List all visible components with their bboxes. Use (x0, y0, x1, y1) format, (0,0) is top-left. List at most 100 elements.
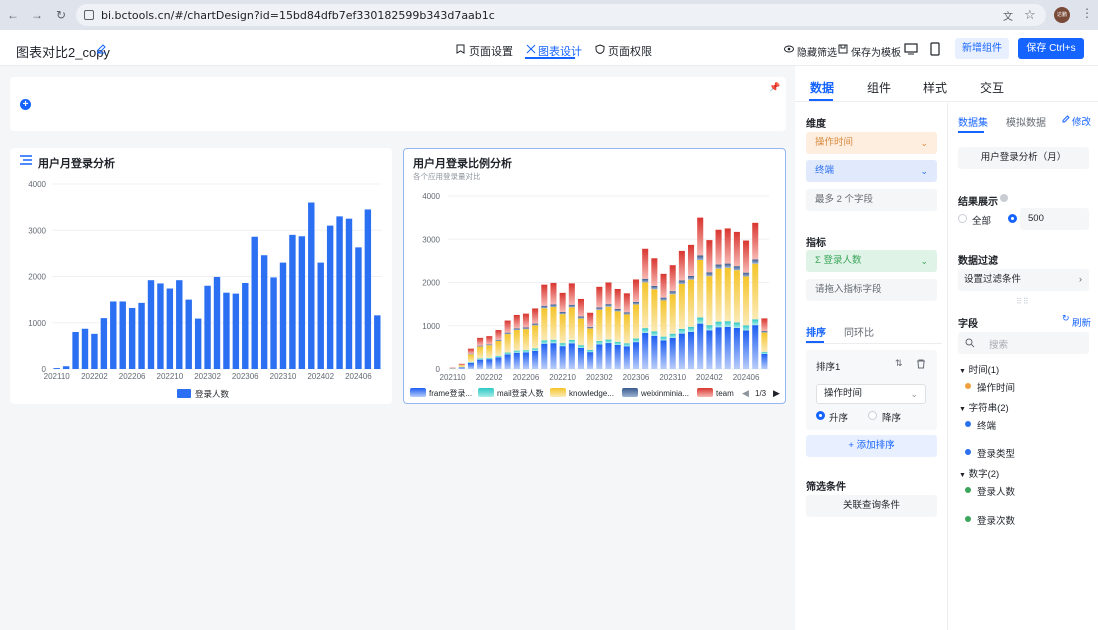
panel-tab-component[interactable]: 组件 (867, 79, 891, 96)
stacked-bar-segment (495, 330, 502, 340)
chart-menu-icon[interactable] (20, 155, 32, 165)
reload-icon[interactable]: ↻ (54, 8, 68, 22)
result-limit-input[interactable]: 500 (1020, 208, 1089, 230)
desktop-view-icon[interactable] (902, 40, 920, 58)
field-item-login-type[interactable]: 登录类型 (977, 446, 1015, 460)
delete-icon[interactable] (916, 359, 926, 369)
stacked-bar-segment (550, 304, 557, 308)
dataset-tab[interactable]: 数据集 (958, 114, 988, 129)
result-all-radio[interactable] (958, 214, 967, 223)
edit-icon[interactable] (1061, 114, 1071, 124)
legend-swatch (177, 389, 191, 398)
refresh-link[interactable]: 刷新 (1072, 315, 1091, 329)
edit-dataset-link[interactable]: 修改 (1072, 114, 1091, 128)
stacked-bar-segment (614, 311, 621, 342)
panel-tab-data[interactable]: 数据 (810, 79, 834, 96)
sort-field-select[interactable]: 操作时间 ⌄ (816, 384, 926, 404)
dimension-pill-terminal[interactable]: 终端 ⌄ (806, 160, 937, 182)
resize-handle[interactable]: ⠿⠿ (1016, 297, 1030, 306)
stacked-bar-segment (724, 321, 731, 327)
stacked-bar-segment (550, 307, 557, 340)
stacked-bar-segment (669, 333, 676, 338)
link-query-button[interactable]: 关联查询条件 (806, 495, 937, 517)
url-text: bi.bctools.cn/#/chartDesign?id=15bd84dfb… (101, 9, 495, 22)
stacked-bar-segment (587, 349, 594, 353)
panel-tab-interaction[interactable]: 交互 (980, 79, 1004, 96)
chevron-down-icon[interactable]: ⌄ (920, 160, 928, 182)
edit-pencil-icon[interactable] (96, 43, 107, 54)
metric-label: 指标 (806, 238, 826, 249)
chevron-down-icon[interactable]: ⌄ (910, 385, 918, 403)
sort-name: 排序1 (816, 362, 841, 373)
mock-data-tab[interactable]: 模拟数据 (1006, 114, 1046, 129)
metric-pill-label: Σ 登录人数 (815, 255, 862, 266)
hide-filter-button[interactable]: 隐藏筛选 (797, 44, 837, 59)
bar (364, 209, 372, 369)
field-item-operate-time[interactable]: 操作时间 (977, 380, 1015, 394)
legend-label: mail登录人数 (497, 388, 544, 398)
field-item-terminal[interactable]: 终端 (977, 418, 996, 432)
field-group-time[interactable]: ▼ 时间(1) (959, 362, 999, 376)
stacked-bar-segment (697, 323, 704, 369)
metric-drop-hint[interactable]: 请拖入指标字段 (806, 279, 937, 301)
stacked-bar-segment (706, 330, 713, 369)
set-filter-button[interactable]: 设置过滤条件 › (958, 269, 1089, 291)
metric-pill[interactable]: Σ 登录人数 ⌄ (806, 250, 937, 272)
bar (166, 288, 174, 369)
stacked-bar-segment (577, 316, 585, 319)
site-info-icon[interactable] (84, 10, 94, 20)
stacked-bar-segment (660, 336, 667, 341)
dimension-pill-time[interactable]: 操作时间 ⌄ (806, 132, 937, 154)
tab-page-settings[interactable]: 页面设置 (469, 43, 513, 59)
asc-radio[interactable] (816, 411, 825, 420)
stacked-bar-segment (541, 343, 548, 369)
refresh-icon[interactable]: ↻ (1062, 313, 1070, 324)
stacked-bar-segment (605, 304, 612, 307)
bookmark-star-icon[interactable]: ☆ (1024, 7, 1036, 23)
dimension-drop-hint[interactable]: 最多 2 个字段 (806, 189, 937, 211)
bar (326, 225, 334, 369)
field-search-input[interactable] (958, 332, 1089, 354)
tab-page-permissions[interactable]: 页面权限 (608, 43, 652, 59)
string-field-dot (965, 421, 971, 427)
sort-tab[interactable]: 排序 (806, 324, 826, 339)
chevron-down-icon[interactable]: ⌄ (920, 250, 928, 272)
add-component-button[interactable]: 新增组件 (955, 38, 1009, 59)
help-icon[interactable] (1000, 194, 1008, 202)
save-button[interactable]: 保存 Ctrl+s (1018, 38, 1084, 59)
field-item-login-users[interactable]: 登录人数 (977, 484, 1015, 498)
translate-icon[interactable]: 文 (1003, 8, 1017, 23)
forward-icon[interactable]: → (30, 8, 44, 22)
add-filter-icon[interactable]: + (20, 99, 31, 110)
field-group-number[interactable]: ▼ 数字(2) (959, 466, 999, 480)
back-icon[interactable]: ← (6, 8, 20, 22)
sort-order-icon[interactable]: ⇅ (895, 358, 903, 369)
result-limit-radio[interactable] (1008, 214, 1017, 223)
field-item-login-count[interactable]: 登录次数 (977, 513, 1015, 527)
stacked-bar-segment (596, 309, 603, 342)
dimension-label: 维度 (806, 119, 826, 130)
stacked-bar-segment (467, 362, 474, 363)
stacked-bar-segment (486, 359, 493, 369)
avatar[interactable]: 达鹏 (1054, 7, 1070, 23)
stacked-bar-segment (477, 358, 484, 360)
dataset-name[interactable]: 用户登录分析（月） (958, 147, 1089, 169)
stacked-bar-segment (678, 280, 685, 284)
number-field-dot (965, 487, 971, 493)
chevron-down-icon[interactable]: ⌄ (920, 132, 928, 154)
pin-icon[interactable]: 📌 (769, 82, 780, 93)
period-compare-tab[interactable]: 同环比 (844, 324, 874, 339)
mobile-view-icon[interactable] (926, 40, 944, 58)
x-tick-label: 202306 (623, 373, 650, 382)
field-group-string[interactable]: ▼ 字符串(2) (959, 400, 1009, 414)
panel-tab-style[interactable]: 样式 (923, 79, 947, 96)
stacked-bar-segment (733, 266, 740, 271)
desc-radio[interactable] (868, 411, 877, 420)
stacked-bar-segment (477, 346, 484, 359)
stacked-bar-segment (522, 352, 529, 369)
browser-menu-icon[interactable]: ⋮ (1081, 6, 1093, 20)
bar (232, 293, 240, 369)
dimension-pill-time-label: 操作时间 (815, 137, 854, 148)
add-sort-button[interactable]: + 添加排序 (806, 435, 937, 457)
save-as-template-button[interactable]: 保存为模板 (851, 44, 901, 59)
